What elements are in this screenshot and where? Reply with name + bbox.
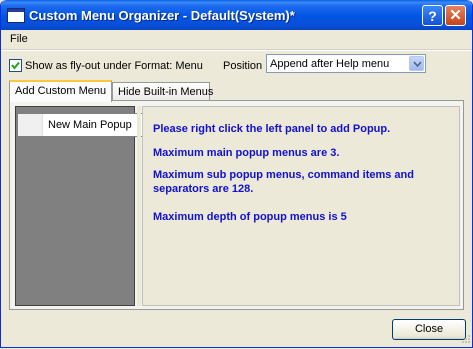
- context-menu-item-label: New Main Popup: [48, 119, 132, 131]
- help-button[interactable]: ?: [422, 5, 443, 26]
- tab-add-custom-menu[interactable]: Add Custom Menu: [9, 80, 112, 102]
- position-select-value: Append after Help menu: [270, 58, 390, 70]
- position-label: Position: [223, 60, 263, 72]
- resize-grip-icon[interactable]: [459, 334, 471, 346]
- window-icon: [7, 8, 25, 23]
- position-select[interactable]: Append after Help menu: [266, 54, 426, 73]
- dialog-window: Custom Menu Organizer - Default(System)*…: [0, 0, 473, 348]
- info-message-max-main: Maximum main popup menus are 3.: [153, 147, 340, 159]
- info-message-add-popup: Please right click the left panel to add…: [153, 123, 391, 135]
- chevron-down-icon: [413, 61, 422, 67]
- dropdown-arrow-button[interactable]: [409, 56, 424, 71]
- close-button[interactable]: Close: [392, 319, 466, 340]
- flyout-checkbox-label[interactable]: Show as fly-out under Format: Menu: [25, 60, 203, 72]
- flyout-checkbox[interactable]: [9, 59, 22, 72]
- panel-splitter[interactable]: [137, 106, 141, 306]
- info-message-max-depth: Maximum depth of popup menus is 5: [153, 211, 347, 223]
- menubar-divider: [1, 49, 472, 51]
- context-menu-gutter: [18, 114, 43, 136]
- tab-hide-built-in-menus[interactable]: Hide Built-in Menus: [112, 82, 213, 100]
- context-menu-item-new-main-popup[interactable]: New Main Popup: [17, 113, 153, 137]
- menu-file[interactable]: File: [10, 33, 28, 45]
- info-panel: [142, 106, 460, 306]
- menu-bar: File: [1, 30, 472, 49]
- title-bar[interactable]: Custom Menu Organizer - Default(System)*…: [1, 0, 472, 30]
- checkmark-icon: [11, 61, 20, 70]
- window-close-button[interactable]: ✕: [445, 5, 466, 26]
- window-title: Custom Menu Organizer - Default(System)*: [29, 8, 295, 23]
- info-message-max-sub: Maximum sub popup menus, command items a…: [153, 169, 414, 195]
